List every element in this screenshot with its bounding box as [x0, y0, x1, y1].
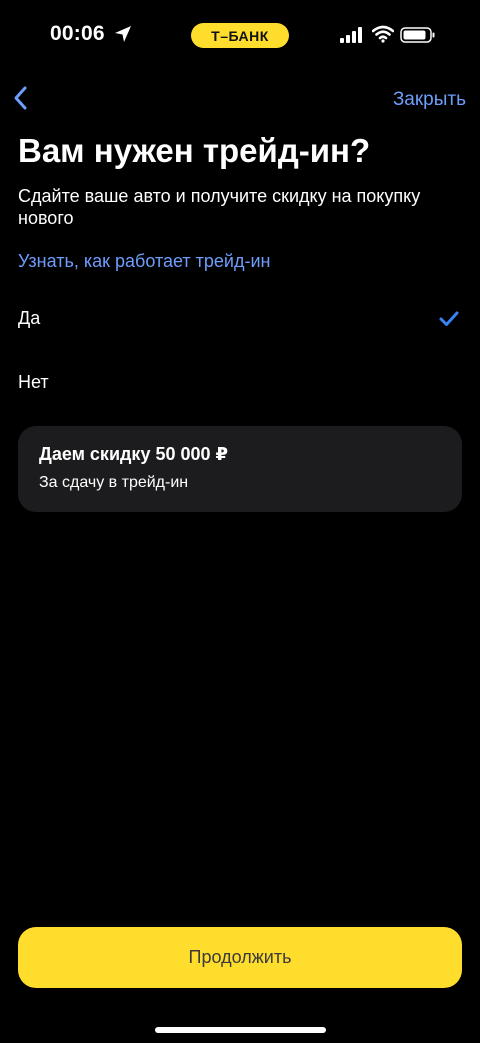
wifi-icon — [372, 25, 394, 43]
learn-trade-in-link[interactable]: Узнать, как работает трейд-ин — [18, 251, 270, 272]
signal-icon — [340, 27, 362, 43]
continue-button[interactable]: Продолжить — [18, 927, 462, 988]
option-yes[interactable]: Да — [0, 292, 480, 348]
location-arrow-icon — [115, 26, 131, 42]
status-time: 00:06 — [50, 22, 105, 45]
discount-title: Даем скидку 50 000 ₽ — [39, 444, 229, 464]
option-label: Нет — [18, 372, 49, 392]
battery-icon — [400, 27, 435, 43]
home-indicator — [155, 1027, 326, 1033]
checkmark-icon — [439, 311, 459, 326]
discount-subtitle: За сдачу в трейд-ин — [39, 474, 189, 491]
option-no[interactable]: Нет — [0, 356, 480, 412]
chevron-left-icon — [14, 86, 27, 110]
discount-card: Даем скидку 50 000 ₽ За сдачу в трейд-ин — [18, 426, 462, 512]
page-title: Вам нужен трейд-ин? — [18, 132, 371, 169]
carrier-badge: Т–БАНК — [191, 23, 289, 48]
page-subtitle: Сдайте ваше авто и получите скидку на по… — [18, 186, 421, 228]
option-label: Да — [18, 308, 41, 328]
close-button[interactable]: Закрыть — [393, 89, 466, 111]
back-button[interactable] — [10, 84, 32, 112]
